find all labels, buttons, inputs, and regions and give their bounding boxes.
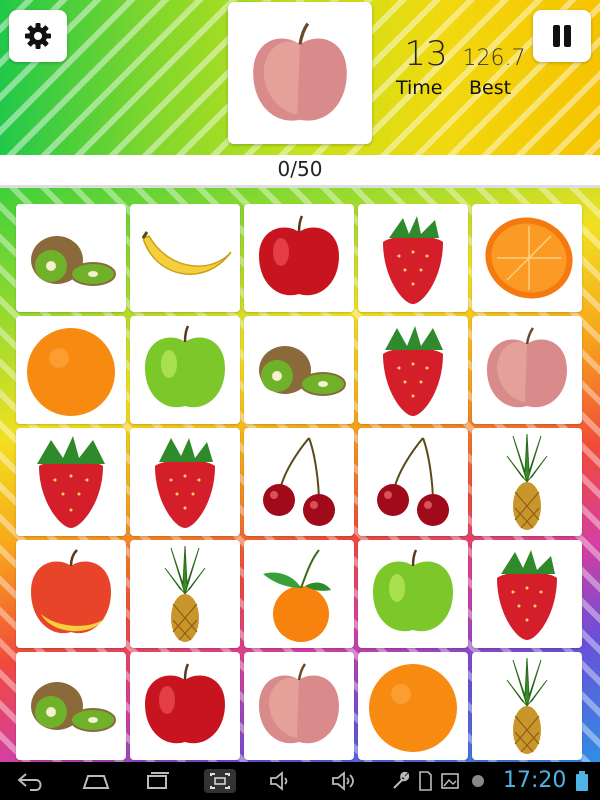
strawberry-icon bbox=[37, 436, 105, 528]
progress-counter: 0/50 bbox=[0, 155, 600, 188]
fruit-tile[interactable] bbox=[16, 540, 126, 648]
system-nav-bar: 17:20 bbox=[0, 762, 600, 800]
cherries-icon bbox=[377, 437, 449, 526]
orange-slice-icon bbox=[485, 217, 573, 299]
fruit-tile[interactable] bbox=[358, 540, 468, 648]
fruit-tile[interactable] bbox=[358, 428, 468, 536]
fruit-tile[interactable] bbox=[244, 652, 354, 760]
fruit-tile[interactable] bbox=[244, 540, 354, 648]
recent-apps-icon[interactable] bbox=[142, 770, 172, 792]
fruit-tile[interactable] bbox=[16, 652, 126, 760]
strawberry-icon bbox=[497, 550, 557, 640]
strawberry-icon bbox=[383, 216, 443, 304]
battery-icon bbox=[576, 771, 588, 791]
fruit-tile[interactable] bbox=[130, 540, 240, 648]
fruit-tile[interactable] bbox=[130, 316, 240, 424]
image-icon bbox=[441, 773, 459, 789]
fruit-tile[interactable] bbox=[244, 316, 354, 424]
pause-icon bbox=[553, 25, 571, 47]
orange-icon bbox=[369, 664, 457, 752]
fruit-tile[interactable] bbox=[472, 204, 582, 312]
apple-pink-icon bbox=[253, 22, 347, 121]
strawberry-icon bbox=[383, 326, 443, 416]
pineapple-icon bbox=[506, 433, 548, 530]
orange-icon bbox=[27, 328, 115, 416]
fruit-tile[interactable] bbox=[472, 316, 582, 424]
back-icon[interactable] bbox=[16, 770, 46, 792]
kiwi-icon bbox=[31, 236, 116, 286]
pause-button[interactable] bbox=[533, 10, 591, 62]
fruit-tile[interactable] bbox=[16, 428, 126, 536]
sd-card-icon bbox=[419, 771, 432, 791]
apple-pink-icon bbox=[487, 327, 567, 408]
time-label: Time bbox=[396, 77, 443, 99]
pineapple-icon bbox=[506, 657, 548, 754]
time-value: 13 bbox=[404, 34, 448, 74]
best-value: 126.7 bbox=[462, 46, 526, 71]
volume-down-icon[interactable] bbox=[268, 770, 292, 792]
gear-icon bbox=[25, 23, 51, 49]
wrench-icon bbox=[393, 771, 410, 789]
recording-icon bbox=[472, 775, 484, 787]
status-clock: 17:20 bbox=[503, 768, 567, 793]
fruit-tile[interactable] bbox=[358, 316, 468, 424]
fruit-tile[interactable] bbox=[472, 540, 582, 648]
volume-up-icon[interactable] bbox=[330, 770, 358, 792]
settings-button[interactable] bbox=[9, 10, 67, 62]
apple-green-icon bbox=[145, 325, 225, 408]
fruit-tile[interactable] bbox=[244, 428, 354, 536]
apple-yellow-red-icon bbox=[31, 549, 111, 634]
fruit-tile[interactable] bbox=[472, 652, 582, 760]
fruit-tile[interactable] bbox=[130, 428, 240, 536]
apple-red-icon bbox=[145, 663, 225, 744]
apple-green-icon bbox=[373, 549, 453, 632]
tangerine-icon bbox=[263, 549, 331, 642]
fruit-tile[interactable] bbox=[16, 204, 126, 312]
pineapple-icon bbox=[164, 545, 206, 642]
apple-pink-icon bbox=[259, 663, 339, 744]
home-icon[interactable] bbox=[80, 770, 112, 792]
fruit-tile[interactable] bbox=[130, 652, 240, 760]
target-fruit-card bbox=[228, 2, 372, 144]
fruit-tile[interactable] bbox=[130, 204, 240, 312]
apple-red-icon bbox=[259, 215, 339, 296]
kiwi-icon bbox=[259, 346, 346, 396]
cherries-icon bbox=[263, 437, 335, 526]
best-label: Best bbox=[469, 77, 512, 99]
fruit-tile[interactable] bbox=[358, 652, 468, 760]
fruit-tile[interactable] bbox=[358, 204, 468, 312]
fruit-tile[interactable] bbox=[244, 204, 354, 312]
strawberry-icon bbox=[155, 438, 215, 528]
fruit-tile[interactable] bbox=[472, 428, 582, 536]
screenshot-icon[interactable] bbox=[203, 768, 237, 794]
kiwi-icon bbox=[31, 682, 116, 732]
banana-icon bbox=[141, 231, 232, 275]
fruit-tile[interactable] bbox=[16, 316, 126, 424]
